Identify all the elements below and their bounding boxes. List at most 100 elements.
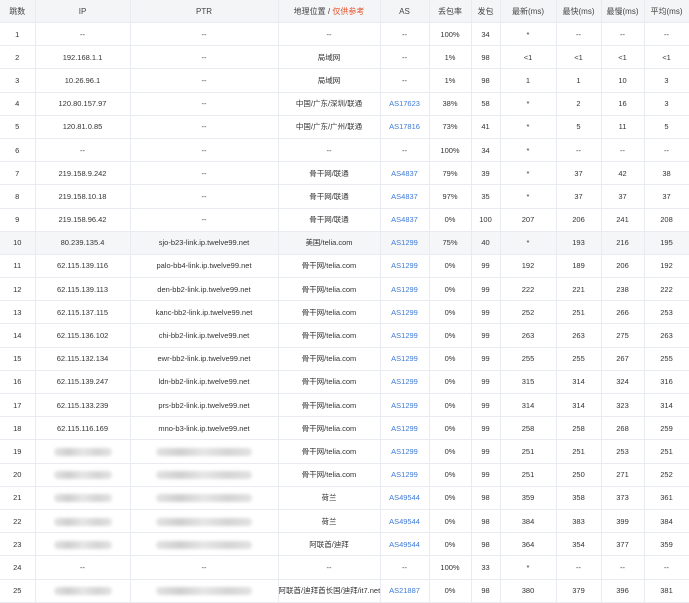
- cell-best: 189: [556, 254, 602, 279]
- redacted-value: [53, 471, 112, 480]
- cell-as[interactable]: AS49544: [380, 532, 430, 557]
- cell-worst: 11: [601, 115, 645, 139]
- cell-best: 314: [556, 370, 602, 395]
- cell-as[interactable]: AS49544: [380, 486, 430, 510]
- cell-best: 37: [556, 161, 602, 186]
- cell-last: 255: [500, 347, 557, 371]
- cell-as[interactable]: AS1299: [380, 300, 430, 325]
- cell-as: --: [380, 45, 430, 70]
- cell-best: --: [556, 22, 602, 47]
- cell-last: 207: [500, 208, 557, 232]
- cell-as[interactable]: AS4837: [380, 184, 430, 209]
- cell-ip: --: [35, 22, 131, 47]
- cell-ptr: [130, 439, 279, 464]
- col-avg: 平均(ms): [644, 0, 689, 23]
- cell-last: 251: [500, 439, 557, 464]
- cell-best: 255: [556, 347, 602, 371]
- col-worst: 最慢(ms): [601, 0, 645, 23]
- cell-as[interactable]: AS1299: [380, 254, 430, 279]
- cell-avg: 259: [644, 416, 689, 441]
- cell-best: 379: [556, 579, 602, 603]
- redacted-value: [53, 494, 112, 503]
- cell-avg: 37: [644, 184, 689, 209]
- table-row: 8 219.158.10.18 -- 骨干网/联通 AS4837 97% 35 * 37 37 37: [0, 184, 689, 209]
- cell-ip: 62.115.132.134: [35, 347, 131, 371]
- cell-last: *: [500, 22, 557, 47]
- cell-worst: 324: [601, 370, 645, 395]
- cell-as[interactable]: AS1299: [380, 370, 430, 395]
- cell-geo: 局域网: [278, 45, 381, 70]
- cell-best: 263: [556, 323, 602, 348]
- cell-hop: 5: [0, 115, 36, 139]
- cell-avg: 252: [644, 463, 689, 487]
- cell-as[interactable]: AS1299: [380, 347, 430, 371]
- cell-loss: 38%: [429, 92, 472, 116]
- cell-hop: 22: [0, 509, 36, 534]
- cell-last: *: [500, 184, 557, 209]
- cell-ptr: [130, 509, 279, 534]
- cell-loss: 0%: [429, 277, 472, 302]
- cell-geo: 骨干网/telia.com: [278, 323, 381, 348]
- cell-as[interactable]: AS1299: [380, 231, 430, 255]
- cell-sent: 99: [471, 323, 501, 348]
- cell-as[interactable]: AS4837: [380, 161, 430, 186]
- cell-as[interactable]: AS1299: [380, 393, 430, 418]
- cell-geo: 骨干网/telia.com: [278, 393, 381, 418]
- cell-ptr: chi-bb2-link.ip.twelve99.net: [130, 323, 279, 348]
- cell-geo: 中国/广东/深圳/联通: [278, 92, 381, 116]
- cell-geo: 骨干网/telia.com: [278, 416, 381, 441]
- cell-sent: 35: [471, 184, 501, 209]
- cell-avg: 222: [644, 277, 689, 302]
- cell-loss: 0%: [429, 254, 472, 279]
- cell-worst: --: [601, 22, 645, 47]
- cell-hop: 23: [0, 532, 36, 557]
- cell-ip: 62.115.139.116: [35, 254, 131, 279]
- cell-ip: [35, 439, 131, 464]
- cell-sent: 98: [471, 68, 501, 93]
- cell-ip: 192.168.1.1: [35, 45, 131, 70]
- cell-loss: 0%: [429, 300, 472, 325]
- cell-as[interactable]: AS17623: [380, 92, 430, 116]
- cell-geo: 阿联酋/迪拜酋长国/迪拜/it7.net: [278, 579, 381, 603]
- cell-worst: <1: [601, 45, 645, 70]
- cell-sent: 40: [471, 231, 501, 255]
- cell-hop: 18: [0, 416, 36, 441]
- redacted-value: [53, 517, 112, 526]
- cell-as[interactable]: AS4837: [380, 208, 430, 232]
- cell-best: 193: [556, 231, 602, 255]
- cell-as[interactable]: AS1299: [380, 277, 430, 302]
- cell-last: 315: [500, 370, 557, 395]
- cell-loss: 0%: [429, 370, 472, 395]
- redacted-value: [53, 587, 112, 596]
- table-row: 7 219.158.9.242 -- 骨干网/联通 AS4837 79% 39 * 37 42 38: [0, 161, 689, 186]
- cell-as[interactable]: AS17816: [380, 115, 430, 139]
- cell-as[interactable]: AS1299: [380, 416, 430, 441]
- col-best: 最快(ms): [556, 0, 602, 23]
- cell-as[interactable]: AS1299: [380, 463, 430, 487]
- cell-sent: 98: [471, 45, 501, 70]
- table-row: 5 120.81.0.85 -- 中国/广东/广州/联通 AS17816 73% 41 * 5 1…: [0, 115, 689, 139]
- cell-as: --: [380, 138, 430, 163]
- cell-last: <1: [500, 45, 557, 70]
- cell-sent: 100: [471, 208, 501, 232]
- cell-ip: [35, 486, 131, 510]
- cell-best: 358: [556, 486, 602, 510]
- cell-avg: <1: [644, 45, 689, 70]
- cell-best: 221: [556, 277, 602, 302]
- cell-hop: 25: [0, 579, 36, 603]
- cell-as[interactable]: AS21887: [380, 579, 430, 603]
- cell-hop: 19: [0, 439, 36, 464]
- cell-best: 5: [556, 115, 602, 139]
- cell-worst: 206: [601, 254, 645, 279]
- cell-avg: 253: [644, 300, 689, 325]
- cell-ptr: ewr-bb2-link.ip.twelve99.net: [130, 347, 279, 371]
- cell-as[interactable]: AS1299: [380, 323, 430, 348]
- cell-ptr: ldn-bb2-link.ip.twelve99.net: [130, 370, 279, 395]
- cell-as[interactable]: AS1299: [380, 439, 430, 464]
- cell-ip: [35, 579, 131, 603]
- table-row: 9 219.158.96.42 -- 骨干网/联通 AS4837 0% 100 207 206 2…: [0, 208, 689, 232]
- cell-as[interactable]: AS49544: [380, 509, 430, 534]
- table-row: 3 10.26.96.1 -- 局域网 -- 1% 98 1 1 10 3: [0, 68, 689, 93]
- cell-last: 384: [500, 509, 557, 534]
- table-row: 22 荷兰 AS49544 0% 98 384 383 399 384: [0, 509, 689, 534]
